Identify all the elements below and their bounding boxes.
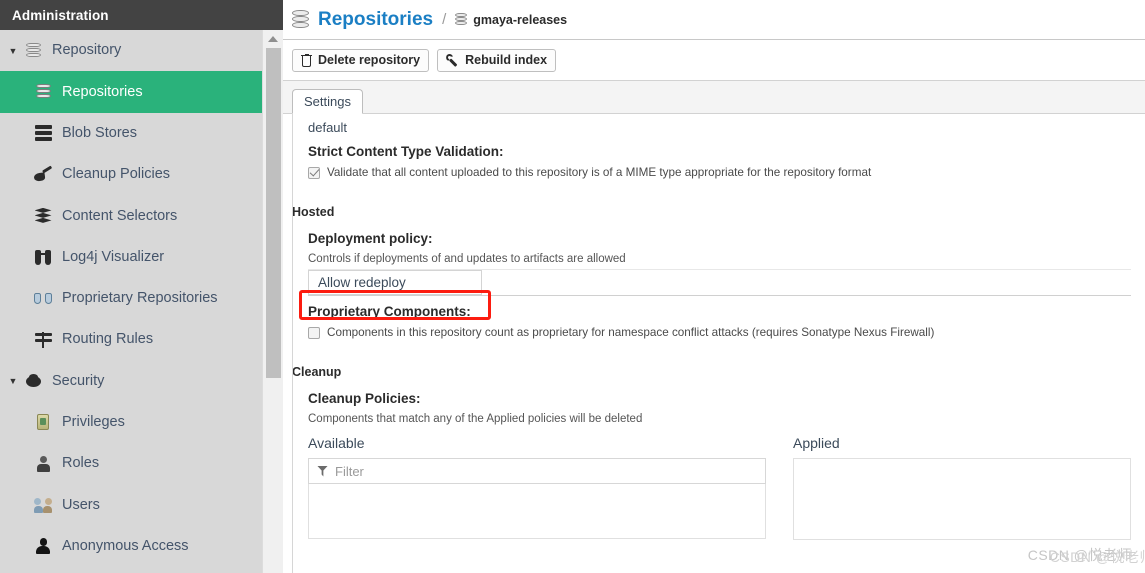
database-icon (455, 13, 468, 26)
wrench-icon (446, 53, 459, 67)
privileges-icon (32, 412, 54, 432)
deployment-policy-select[interactable]: Allow redeploy (308, 270, 482, 295)
sidebar-item-label: Cleanup Policies (62, 166, 171, 183)
breadcrumb-root-link[interactable]: Repositories (318, 9, 433, 31)
available-list[interactable] (308, 484, 766, 539)
applied-header: Applied (793, 435, 840, 451)
sidebar-item-content-selectors[interactable]: Content Selectors (0, 195, 262, 236)
chevron-down-icon[interactable]: ▼ (6, 374, 20, 388)
trash-icon (301, 53, 312, 67)
signpost-icon (32, 330, 54, 350)
delete-repository-button[interactable]: Delete repository (292, 48, 430, 72)
sidebar-item-anonymous-access[interactable]: Anonymous Access (0, 526, 262, 567)
delete-repository-label: Delete repository (318, 53, 421, 67)
sidebar-item-roles[interactable]: Roles (0, 443, 262, 484)
sidebar-item-label: Users (62, 496, 100, 513)
rebuild-index-button[interactable]: Rebuild index (437, 48, 557, 72)
breadcrumb: Repositories / gmaya-releases (283, 0, 1145, 40)
database-icon (32, 82, 54, 102)
dual-list-gap (766, 435, 793, 540)
sidebar-item-label: Anonymous Access (62, 537, 189, 554)
sidebar-item-label: Proprietary Repositories (62, 290, 218, 307)
roles-icon (32, 454, 54, 474)
sidebar-item-label: Log4j Visualizer (62, 248, 165, 265)
sidebar-item-privileges[interactable]: Privileges (0, 402, 262, 443)
rebuild-index-label: Rebuild index (465, 53, 548, 67)
available-filter-placeholder: Filter (335, 463, 364, 479)
available-column: Available Filter (308, 435, 766, 540)
sidebar-item-label: Repositories (62, 83, 143, 100)
proprietary-components-row[interactable]: Components in this repository count as p… (308, 326, 1131, 339)
sidebar-item-users[interactable]: Users (0, 484, 262, 525)
sidebar-item-proprietary-repositories[interactable]: Proprietary Repositories (0, 278, 262, 319)
scroll-up-arrow-icon[interactable] (263, 30, 283, 47)
proprietary-components-label: Proprietary Components: (308, 304, 471, 319)
admin-sidebar: Administration ▼ Repository Repositories (0, 0, 283, 573)
sidebar-item-label: Security (52, 372, 105, 389)
sidebar-item-routing-rules[interactable]: Routing Rules (0, 319, 262, 360)
action-toolbar: Delete repository Rebuild index (283, 40, 1145, 81)
strict-content-type-checkbox-label: Validate that all content uploaded to th… (327, 166, 872, 179)
layers-icon (32, 206, 54, 226)
strict-content-type-row[interactable]: Validate that all content uploaded to th… (308, 166, 1131, 179)
main-panel: Repositories / gmaya-releases Delete rep… (283, 0, 1145, 573)
filter-icon (317, 465, 328, 477)
applied-column: Applied (793, 435, 1131, 540)
deployment-policy-help: Controls if deployments of and updates t… (308, 253, 626, 265)
available-header: Available (308, 435, 365, 451)
tab-bar: Settings (283, 81, 1145, 114)
available-filter-input[interactable]: Filter (308, 458, 766, 484)
users-icon (32, 495, 54, 515)
proprietary-components-checkbox[interactable] (308, 327, 320, 339)
breadcrumb-separator: / (442, 11, 447, 28)
database-icon (292, 10, 309, 29)
watermark-text-shadow: CSDN @悦老师 (1049, 549, 1145, 565)
sidebar-item-label: Routing Rules (62, 331, 154, 348)
applied-list[interactable] (793, 458, 1131, 540)
cleanup-policies-help: Components that match any of the Applied… (308, 413, 643, 425)
sidebar-group-security[interactable]: ▼ Security (0, 360, 262, 401)
sidebar-item-log4j-visualizer[interactable]: Log4j Visualizer (0, 236, 262, 277)
breadcrumb-current: gmaya-releases (473, 12, 568, 27)
sidebar-group-repository[interactable]: ▼ Repository (0, 30, 262, 71)
sidebar-nav-list: ▼ Repository Repositories Blob Stores Cl… (0, 30, 262, 573)
sidebar-item-cleanup-policies[interactable]: Cleanup Policies (0, 154, 262, 195)
app-root: Administration ▼ Repository Repositories (0, 0, 1145, 573)
proprietary-components-checkbox-label: Components in this repository count as p… (327, 326, 935, 339)
binoculars-icon (32, 247, 54, 267)
sidebar-scrollbar-thumb[interactable] (266, 48, 281, 378)
sidebar-item-label: Blob Stores (62, 124, 137, 141)
sidebar-item-label: Content Selectors (62, 207, 178, 224)
cleanup-section-heading: Cleanup (292, 365, 342, 379)
sidebar-header-title: Administration (0, 0, 283, 30)
chevron-down-icon[interactable]: ▼ (6, 44, 20, 58)
sidebar-item-blob-stores[interactable]: Blob Stores (0, 113, 262, 154)
anonymous-icon (32, 536, 54, 556)
deployment-policy-field: Allow redeploy (308, 269, 1131, 296)
proprietary-icon (32, 288, 54, 308)
deployment-policy-label: Deployment policy: (308, 231, 433, 246)
hosted-section-heading: Hosted (292, 205, 335, 219)
blob-stores-icon (32, 123, 54, 143)
sidebar-item-repositories[interactable]: Repositories (0, 71, 262, 113)
form-left-divider (292, 114, 293, 573)
sidebar-item-label: Roles (62, 455, 100, 472)
sidebar-item-label: Privileges (62, 414, 125, 431)
cleanup-policies-label: Cleanup Policies: (308, 391, 421, 406)
security-icon (22, 371, 44, 391)
blob-store-value: default (308, 120, 348, 135)
settings-form: default Strict Content Type Validation: … (283, 114, 1145, 540)
sidebar-item-label: Repository (52, 42, 122, 59)
database-icon (22, 41, 44, 61)
sidebar-scrollbar[interactable] (262, 30, 283, 573)
broom-icon (32, 165, 54, 185)
csdn-watermark: CSDN @悦老师 CSDN @悦老师 (1028, 545, 1145, 565)
cleanup-policies-dual-list: Available Filter Applied (308, 435, 1131, 540)
strict-content-type-checkbox[interactable] (308, 167, 320, 179)
settings-form-scroll: default Strict Content Type Validation: … (283, 114, 1145, 573)
tab-settings[interactable]: Settings (292, 89, 363, 114)
strict-content-type-label: Strict Content Type Validation: (308, 144, 504, 159)
